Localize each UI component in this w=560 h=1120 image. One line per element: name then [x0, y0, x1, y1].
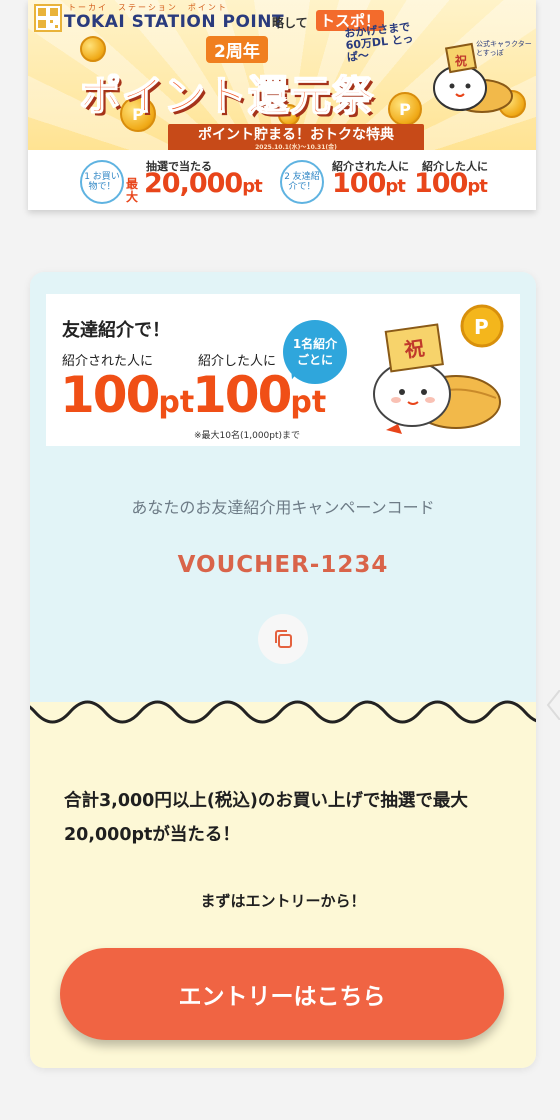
- ribbon-text: ポイント貯まる！おトクな特典: [198, 127, 394, 143]
- invite-banner: 友達紹介で！ 紹介された人に 紹介した人に 100pt 100pt ※最大10名…: [46, 294, 520, 446]
- campaign-code-value[interactable]: VOUCHER-1234: [30, 552, 536, 578]
- entry-caption: まずはエントリーから！: [200, 892, 366, 910]
- offer1-value: 20,000pt: [144, 168, 263, 199]
- logo-text: TOKAI STATION POINT: [64, 12, 285, 32]
- hat-text: 祝: [403, 336, 426, 363]
- wave-divider: [30, 700, 536, 742]
- coin-icon: [80, 36, 106, 62]
- entry-button[interactable]: エントリーはこちら: [60, 948, 504, 1040]
- banner-offer-row: 1 お買い物で！ 抽選で当たる 最大 20,000pt 2 友達紹介で！ 紹介さ…: [28, 150, 536, 210]
- offer3-value: 100pt: [414, 168, 488, 199]
- anniversary-badge: 2周年: [206, 36, 268, 63]
- copy-code-button[interactable]: [258, 614, 308, 664]
- hat-text: 祝: [455, 53, 467, 68]
- offer2-badge: 2 友達紹介で！: [280, 160, 324, 204]
- offer2-value: 100pt: [332, 168, 406, 199]
- campaign-ribbon: ポイント貯まる！おトクな特典 2025.10.1(水)〜10.31(金): [168, 124, 424, 152]
- offer1-badge: 1 お買い物で！: [80, 160, 124, 204]
- qr-logo-icon: [34, 4, 62, 32]
- per-referral-bubble: 1名紹介 ごとに: [283, 320, 347, 384]
- logo-sub: 略して: [272, 16, 308, 30]
- campaign-code-caption: あなたのお友達紹介用キャンペーンコード: [131, 498, 435, 517]
- invite-title: 友達紹介で！: [62, 320, 170, 341]
- coin-p-text: P: [474, 315, 489, 339]
- copy-icon: [275, 630, 292, 648]
- referral-card: 友達紹介で！ 紹介された人に 紹介した人に 100pt 100pt ※最大10名…: [30, 272, 536, 1068]
- mascot-icon: P 祝: [346, 302, 516, 442]
- campaign-title: ポイント還元祭: [79, 71, 374, 121]
- offer1-max: 最大: [126, 177, 139, 204]
- edge-decoration: [546, 690, 560, 720]
- campaign-banner[interactable]: P P トーカイ ステーション ポイント TOKAI STATION POINT…: [28, 0, 536, 210]
- download-bubble: おかげさまで 60万DL とっぱ〜: [343, 20, 415, 65]
- mascot-tag: 公式キャラクター とすっぽ: [476, 40, 532, 57]
- lottery-description: 合計3,000円以上(税込)のお買い上げで抽選で最大20,000ptが当たる！: [64, 791, 468, 845]
- referral-limit-note: ※最大10名(1,000pt)まで: [194, 431, 301, 441]
- coin-icon: P: [388, 92, 422, 126]
- referred-value: 100pt: [60, 366, 195, 424]
